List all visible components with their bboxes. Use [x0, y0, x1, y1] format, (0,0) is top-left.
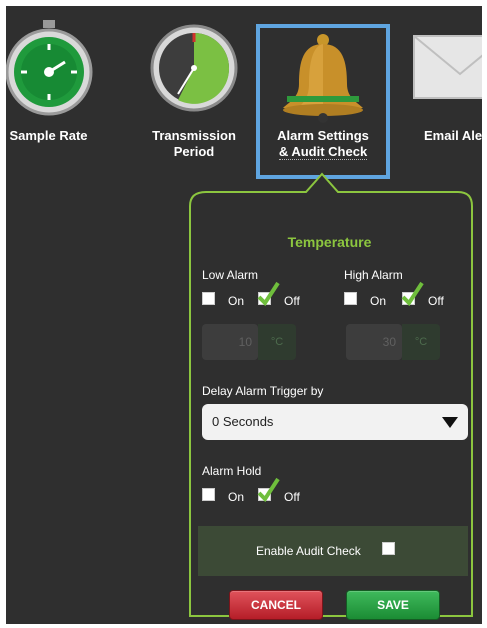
check-icon — [257, 477, 280, 503]
check-icon — [401, 281, 424, 307]
app-window: Sample Rate Transmission Period Alarm Se… — [6, 6, 482, 624]
delay-select[interactable]: 0 Seconds — [202, 404, 468, 440]
dropdown-arrow-icon — [442, 417, 458, 428]
low-alarm-unit: °C — [258, 324, 296, 360]
high-alarm-on-label: On — [370, 294, 387, 308]
low-alarm-on-checkbox[interactable] — [202, 292, 215, 305]
high-alarm-label: High Alarm — [344, 268, 403, 282]
high-alarm-on-checkbox[interactable] — [344, 292, 357, 305]
low-alarm-value-field[interactable]: 10 — [202, 324, 258, 360]
alarm-hold-on-label: On — [228, 490, 245, 504]
low-alarm-label: Low Alarm — [202, 268, 259, 282]
low-alarm-off-label: Off — [284, 294, 300, 308]
high-alarm-value-field[interactable]: 30 — [346, 324, 402, 360]
delay-selected-value: 0 Seconds — [212, 414, 274, 429]
alarm-hold-label: Alarm Hold — [202, 464, 262, 478]
alarm-hold-on-checkbox[interactable] — [202, 488, 215, 501]
temperature-title: Temperature — [287, 234, 372, 250]
high-alarm-unit: °C — [402, 324, 440, 360]
audit-check-label: Enable Audit Check — [256, 544, 361, 558]
check-icon — [257, 281, 280, 307]
delay-label: Delay Alarm Trigger by — [202, 384, 324, 398]
alarm-hold-off-label: Off — [284, 490, 300, 504]
audit-check-checkbox[interactable] — [382, 542, 395, 555]
save-button[interactable]: SAVE — [346, 590, 440, 620]
high-alarm-off-label: Off — [428, 294, 444, 308]
low-alarm-on-label: On — [228, 294, 245, 308]
cancel-button[interactable]: CANCEL — [229, 590, 323, 620]
